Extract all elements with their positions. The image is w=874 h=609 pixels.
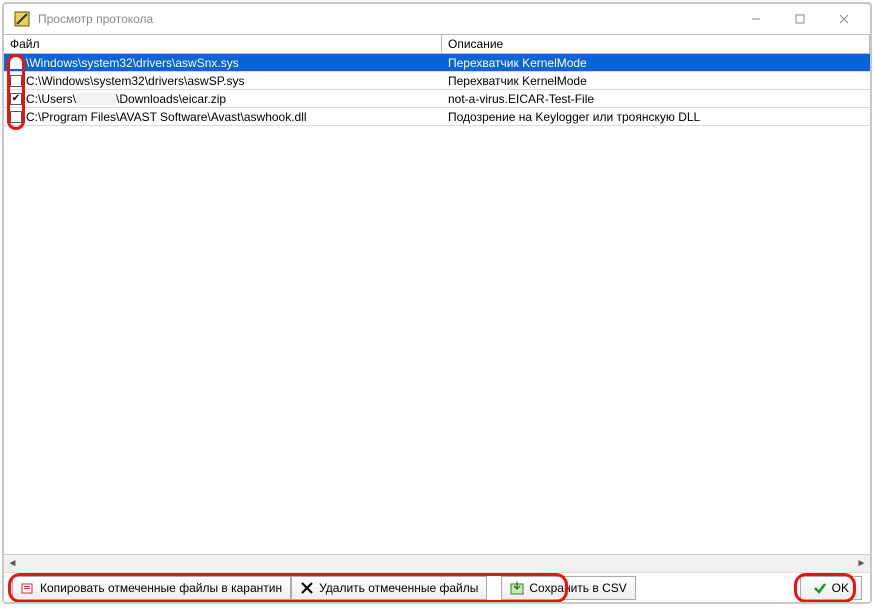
scroll-right-arrow[interactable]: ► [853,555,870,572]
ok-label: OK [832,581,849,595]
app-icon [14,11,30,27]
delete-label: Удалить отмеченные файлы [319,581,478,595]
row-checkbox[interactable] [10,111,22,123]
cell-file: \Windows\system32\drivers\aswSnx.sys [4,56,442,70]
quarantine-button[interactable]: Копировать отмеченные файлы в карантин [12,576,291,600]
ok-button[interactable]: OK [800,576,862,600]
cell-description: not-a-virus.EICAR-Test-File [442,92,870,106]
column-header-file[interactable]: Файл [4,35,442,53]
cell-description: Перехватчик KernelMode [442,74,870,88]
save-csv-label: Сохранить в CSV [529,581,626,595]
maximize-button[interactable] [778,5,822,33]
delete-icon [300,581,314,595]
redacted-segment [76,93,116,105]
table-body: \Windows\system32\drivers\aswSnx.sys Пере… [4,54,870,554]
window-controls [734,5,866,33]
file-path-text: C:\Program Files\AVAST Software\Avast\as… [26,110,307,124]
quarantine-icon [21,581,35,595]
window-frame: Просмотр протокола Файл Описание \Window… [2,2,872,604]
save-csv-icon [510,581,524,595]
minimize-button[interactable] [734,5,778,33]
table-row[interactable]: C:\Windows\system32\drivers\aswSP.sys Пер… [4,72,870,90]
column-header-desc[interactable]: Описание [442,35,870,53]
delete-button[interactable]: Удалить отмеченные файлы [291,576,487,600]
button-bar: Копировать отмеченные файлы в карантин У… [4,572,870,602]
title-bar[interactable]: Просмотр протокола [4,4,870,34]
row-checkbox[interactable]: ✔ [10,93,22,105]
cell-file: ✔ C:\Users\\Downloads\eicar.zip [4,92,442,106]
table-row[interactable]: C:\Program Files\AVAST Software\Avast\as… [4,108,870,126]
file-path-text: C:\Users\\Downloads\eicar.zip [26,92,226,106]
cell-description: Подозрение на Keylogger или троянскую DL… [442,110,870,124]
row-checkbox[interactable] [10,57,22,69]
file-path-text: \Windows\system32\drivers\aswSnx.sys [26,56,239,70]
scroll-left-arrow[interactable]: ◄ [4,555,21,572]
horizontal-scrollbar[interactable]: ◄ ► [4,554,870,572]
window-title: Просмотр протокола [38,12,734,26]
cell-description: Перехватчик KernelMode [442,56,870,70]
row-checkbox[interactable] [10,75,22,87]
table-row[interactable]: ✔ C:\Users\\Downloads\eicar.zip not-a-viru… [4,90,870,108]
table-row[interactable]: \Windows\system32\drivers\aswSnx.sys Пере… [4,54,870,72]
close-button[interactable] [822,5,866,33]
save-csv-button[interactable]: Сохранить в CSV [501,576,635,600]
check-icon [813,581,827,595]
table-header: Файл Описание [4,34,870,54]
file-path-text: C:\Windows\system32\drivers\aswSP.sys [26,74,245,88]
cell-file: C:\Program Files\AVAST Software\Avast\as… [4,110,442,124]
quarantine-label: Копировать отмеченные файлы в карантин [40,581,282,595]
cell-file: C:\Windows\system32\drivers\aswSP.sys [4,74,442,88]
